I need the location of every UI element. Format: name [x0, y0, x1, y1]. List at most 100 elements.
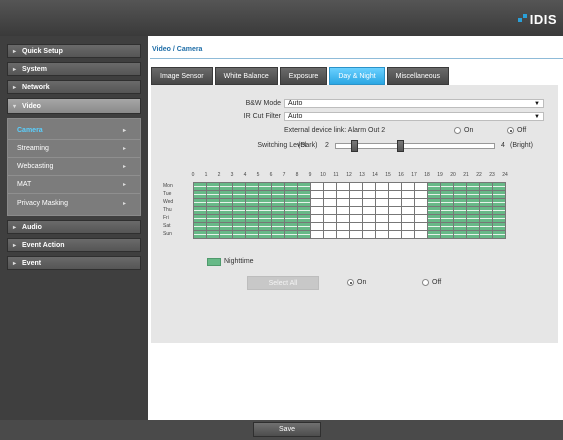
schedule-cell[interactable] — [454, 191, 467, 199]
schedule-cell[interactable] — [376, 183, 389, 191]
schedule-cell[interactable] — [363, 207, 376, 215]
schedule-cell[interactable] — [337, 215, 350, 223]
schedule-cell[interactable] — [402, 215, 415, 223]
sidebar-item-event-action[interactable]: ▸ Event Action — [7, 238, 141, 252]
sidebar-subitem-streaming[interactable]: Streaming ▸ — [8, 140, 140, 158]
schedule-cell[interactable] — [233, 215, 246, 223]
schedule-cell[interactable] — [467, 231, 480, 239]
schedule-cell[interactable] — [259, 231, 272, 239]
schedule-cell[interactable] — [272, 199, 285, 207]
schedule-cell[interactable] — [415, 191, 428, 199]
schedule-cell[interactable] — [220, 215, 233, 223]
schedule-cell[interactable] — [246, 207, 259, 215]
schedule-cell[interactable] — [389, 215, 402, 223]
schedule-cell[interactable] — [428, 191, 441, 199]
schedule-cell[interactable] — [324, 231, 337, 239]
schedule-cell[interactable] — [220, 231, 233, 239]
schedule-cell[interactable] — [454, 223, 467, 231]
schedule-cell[interactable] — [246, 215, 259, 223]
schedule-cell[interactable] — [324, 223, 337, 231]
schedule-cell[interactable] — [194, 215, 207, 223]
schedule-cell[interactable] — [272, 215, 285, 223]
schedule-cell[interactable] — [428, 199, 441, 207]
schedule-cell[interactable] — [259, 183, 272, 191]
schedule-cell[interactable] — [298, 231, 311, 239]
sidebar-subitem-mat[interactable]: MAT ▸ — [8, 176, 140, 194]
switching-level-slider[interactable] — [335, 143, 495, 149]
schedule-cell[interactable] — [311, 183, 324, 191]
schedule-cell[interactable] — [350, 223, 363, 231]
schedule-cell[interactable] — [350, 207, 363, 215]
schedule-cell[interactable] — [220, 207, 233, 215]
schedule-cell[interactable] — [194, 183, 207, 191]
schedule-cell[interactable] — [441, 199, 454, 207]
schedule-cell[interactable] — [220, 199, 233, 207]
schedule-cell[interactable] — [402, 231, 415, 239]
schedule-cell[interactable] — [493, 215, 506, 223]
schedule-cell[interactable] — [259, 223, 272, 231]
schedule-cell[interactable] — [480, 223, 493, 231]
schedule-cell[interactable] — [493, 207, 506, 215]
schedule-cell[interactable] — [207, 183, 220, 191]
schedule-cell[interactable] — [324, 191, 337, 199]
schedule-cell[interactable] — [311, 191, 324, 199]
schedule-cell[interactable] — [376, 215, 389, 223]
schedule-cell[interactable] — [324, 207, 337, 215]
schedule-cell[interactable] — [324, 215, 337, 223]
sidebar-subitem-privacy-masking[interactable]: Privacy Masking ▸ — [8, 194, 140, 212]
schedule-cell[interactable] — [337, 231, 350, 239]
schedule-cell[interactable] — [415, 223, 428, 231]
schedule-cell[interactable] — [324, 199, 337, 207]
schedule-cell[interactable] — [402, 183, 415, 191]
schedule-cell[interactable] — [337, 199, 350, 207]
schedule-cell[interactable] — [480, 199, 493, 207]
schedule-cell[interactable] — [350, 231, 363, 239]
sidebar-subitem-webcasting[interactable]: Webcasting ▸ — [8, 158, 140, 176]
schedule-cell[interactable] — [350, 191, 363, 199]
schedule-cell[interactable] — [428, 231, 441, 239]
schedule-cell[interactable] — [441, 207, 454, 215]
schedule-cell[interactable] — [285, 207, 298, 215]
schedule-cell[interactable] — [480, 191, 493, 199]
schedule-cell[interactable] — [285, 183, 298, 191]
schedule-cell[interactable] — [194, 207, 207, 215]
schedule-cell[interactable] — [389, 199, 402, 207]
schedule-cell[interactable] — [428, 207, 441, 215]
schedule-cell[interactable] — [376, 223, 389, 231]
schedule-cell[interactable] — [246, 231, 259, 239]
schedule-cell[interactable] — [454, 231, 467, 239]
schedule-cell[interactable] — [389, 223, 402, 231]
schedule-cell[interactable] — [233, 223, 246, 231]
tab-miscellaneous[interactable]: Miscellaneous — [386, 67, 450, 85]
schedule-cell[interactable] — [454, 207, 467, 215]
schedule-cell[interactable] — [350, 183, 363, 191]
schedule-cell[interactable] — [428, 183, 441, 191]
schedule-cell[interactable] — [246, 183, 259, 191]
sidebar-item-quick-setup[interactable]: ▸ Quick Setup — [7, 44, 141, 58]
schedule-cell[interactable] — [285, 223, 298, 231]
tab-white-balance[interactable]: White Balance — [214, 67, 278, 85]
sidebar-item-audio[interactable]: ▸ Audio — [7, 220, 141, 234]
sidebar-item-system[interactable]: ▸ System — [7, 62, 141, 76]
schedule-cell[interactable] — [389, 191, 402, 199]
schedule-cell[interactable] — [493, 223, 506, 231]
nighttime-schedule-grid[interactable] — [193, 182, 506, 239]
schedule-cell[interactable] — [298, 183, 311, 191]
schedule-cell[interactable] — [285, 215, 298, 223]
tab-exposure[interactable]: Exposure — [279, 67, 328, 85]
schedule-on-radio[interactable]: On — [347, 279, 366, 286]
sidebar-item-network[interactable]: ▸ Network — [7, 80, 141, 94]
slider-handle-high[interactable] — [397, 140, 404, 152]
schedule-cell[interactable] — [480, 207, 493, 215]
schedule-cell[interactable] — [220, 191, 233, 199]
ext-link-off-radio[interactable]: Off — [507, 127, 526, 134]
schedule-cell[interactable] — [493, 199, 506, 207]
schedule-cell[interactable] — [415, 215, 428, 223]
schedule-cell[interactable] — [467, 199, 480, 207]
schedule-cell[interactable] — [337, 223, 350, 231]
schedule-cell[interactable] — [441, 223, 454, 231]
schedule-cell[interactable] — [194, 231, 207, 239]
schedule-cell[interactable] — [311, 223, 324, 231]
schedule-cell[interactable] — [220, 223, 233, 231]
schedule-cell[interactable] — [441, 215, 454, 223]
